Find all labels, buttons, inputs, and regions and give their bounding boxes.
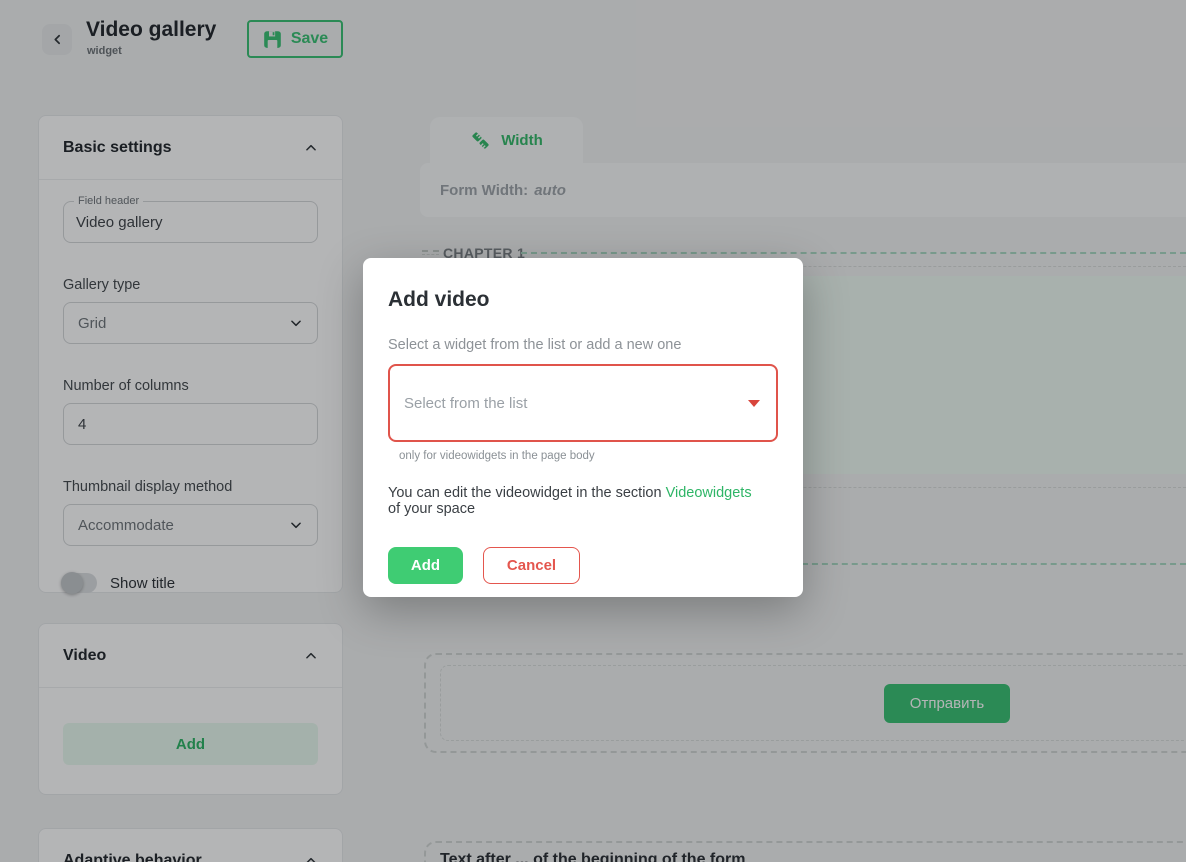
widget-select-helper: only for videowidgets in the page body [399,450,778,462]
modal-title: Add video [388,288,778,312]
widget-select[interactable]: Select from the list [388,364,778,442]
widget-select-placeholder: Select from the list [404,395,527,412]
modal-note: You can edit the videowidget in the sect… [388,485,778,517]
add-video-modal: Add video Select a widget from the list … [363,258,803,597]
videowidgets-link[interactable]: Videowidgets [666,485,752,501]
modal-add-button[interactable]: Add [388,547,463,584]
note-text: You can edit the videowidget in the sect… [388,485,666,501]
modal-description: Select a widget from the list or add a n… [388,337,778,353]
app-viewport: Video gallery widget Save Basic settings… [0,0,1186,862]
note-text: of your space [388,501,475,517]
caret-down-icon [748,400,760,407]
modal-cancel-button[interactable]: Cancel [483,547,580,584]
